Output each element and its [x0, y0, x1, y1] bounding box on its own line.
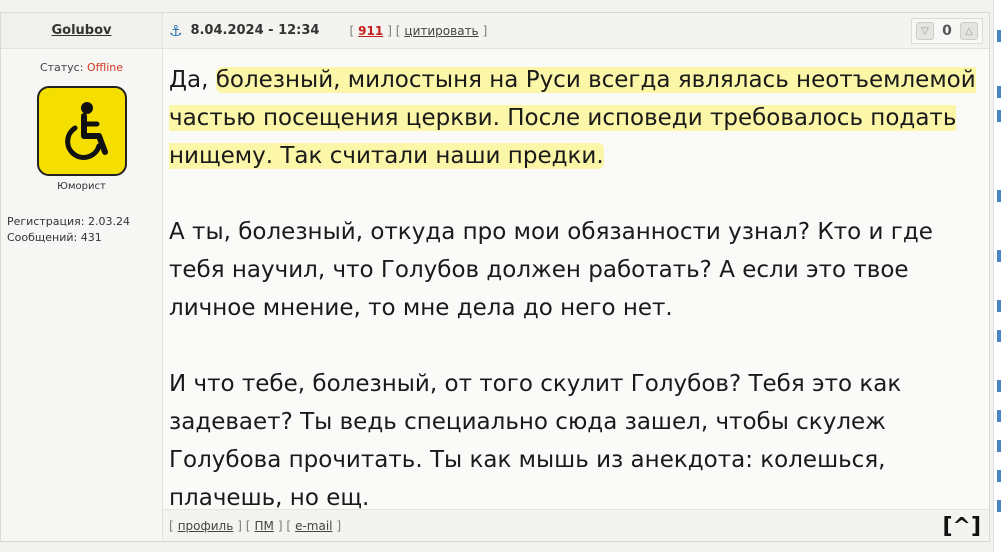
- post-footer: [профиль] [ПМ] [e-mail] [^]: [163, 509, 989, 541]
- post-paragraph-1: Да, болезный, милостыня на Руси всегда я…: [169, 61, 989, 175]
- post-paragraph-3: И что тебе, болезный, от того скулит Гол…: [169, 371, 902, 511]
- username-link[interactable]: Golubov: [51, 23, 111, 38]
- post-links: [911] [цитировать]: [349, 23, 488, 38]
- status-label: Статус:: [39, 61, 84, 74]
- pm-link[interactable]: ПМ: [254, 519, 273, 533]
- forum-post: Golubov Статус: Offline Юморист Регистра…: [0, 12, 990, 542]
- email-link[interactable]: e-mail: [295, 519, 332, 533]
- para1-plain: Да,: [169, 67, 216, 93]
- anchor-icon[interactable]: ⚓: [169, 22, 182, 40]
- post-paragraph-2: А ты, болезный, откуда про мои обязаннос…: [169, 219, 933, 321]
- user-panel: Golubov Статус: Offline Юморист Регистра…: [1, 13, 163, 541]
- rate-down-icon[interactable]: ▽: [916, 22, 934, 40]
- post-rating: ▽ 0 △: [911, 18, 983, 44]
- post-content-panel: ⚓ 8.04.2024 - 12:34 [911] [цитировать] ▽…: [163, 13, 989, 541]
- user-status: Статус: Offline: [1, 61, 162, 74]
- user-stats: Регистрация: 2.03.24 Сообщений: 431: [7, 214, 162, 246]
- user-rank: Юморист: [57, 181, 106, 192]
- profile-link[interactable]: профиль: [178, 519, 234, 533]
- forum-page: Golubov Статус: Offline Юморист Регистра…: [0, 0, 1004, 552]
- avatar[interactable]: [36, 86, 127, 176]
- post-body: Да, болезный, милостыня на Руси всегда я…: [163, 49, 989, 517]
- post-date: 8.04.2024 - 12:34: [190, 23, 320, 38]
- post-header: ⚓ 8.04.2024 - 12:34 [911] [цитировать] ▽…: [163, 13, 989, 49]
- scroll-top-button[interactable]: [^]: [942, 514, 981, 539]
- right-edge-sidebar: [993, 0, 1004, 552]
- username-header: Golubov: [1, 13, 162, 49]
- registration-date: Регистрация: 2.03.24: [7, 215, 130, 228]
- wheelchair-icon: [64, 102, 108, 160]
- rating-value: 0: [942, 23, 952, 39]
- post-number-link[interactable]: 911: [358, 24, 383, 38]
- message-count: Сообщений: 431: [7, 231, 102, 244]
- status-value: Offline: [86, 61, 124, 74]
- rate-up-icon[interactable]: △: [960, 22, 978, 40]
- quote-link[interactable]: цитировать: [404, 24, 478, 38]
- highlighted-text: болезный, милостыня на Руси всегда являл…: [169, 67, 976, 169]
